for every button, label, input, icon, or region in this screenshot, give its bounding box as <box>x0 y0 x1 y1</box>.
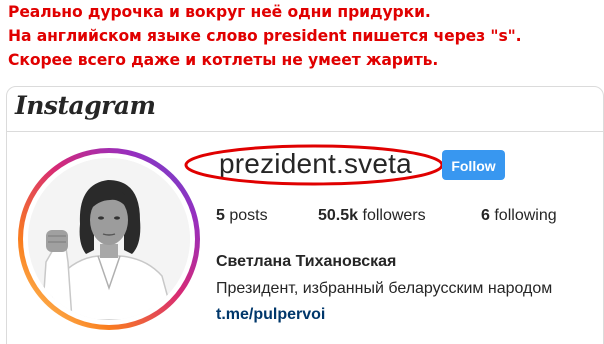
following-count: 6 <box>481 207 490 224</box>
avatar-frame <box>23 153 195 325</box>
caption-text: Реально дурочка и вокруг неё одни придур… <box>8 0 604 72</box>
instagram-profile-card: Instagram prezident.sveta Follow 5 posts… <box>6 86 604 344</box>
posts-count: 5 <box>216 207 225 224</box>
avatar-portrait-icon <box>28 158 190 320</box>
follow-button[interactable]: Follow <box>442 150 505 180</box>
instagram-logo[interactable]: Instagram <box>15 91 156 120</box>
header-divider <box>7 131 603 132</box>
posts-stat[interactable]: 5 posts <box>216 207 268 225</box>
following-label: following <box>494 207 557 224</box>
profile-full-name: Светлана Тихановская <box>216 253 397 270</box>
followers-stat[interactable]: 50.5k followers <box>318 207 426 225</box>
story-ring[interactable] <box>18 148 200 330</box>
caption-line-2: На английском языке слово president пише… <box>8 27 522 45</box>
profile-link[interactable]: t.me/pulpervoi <box>216 306 325 324</box>
profile-bio: Президент, избранный беларусским народом <box>216 280 553 297</box>
following-stat[interactable]: 6 following <box>481 207 557 225</box>
profile-username: prezident.sveta <box>219 148 412 179</box>
caption-line-3: Скорее всего даже и котлеты не умеет жар… <box>8 51 439 69</box>
page: Реально дурочка и вокруг неё одни придур… <box>0 0 604 344</box>
caption-line-1: Реально дурочка и вокруг неё одни придур… <box>8 3 431 21</box>
avatar[interactable] <box>28 158 190 320</box>
followers-label: followers <box>362 207 426 224</box>
posts-label: posts <box>229 207 268 224</box>
followers-count: 50.5k <box>318 207 359 224</box>
